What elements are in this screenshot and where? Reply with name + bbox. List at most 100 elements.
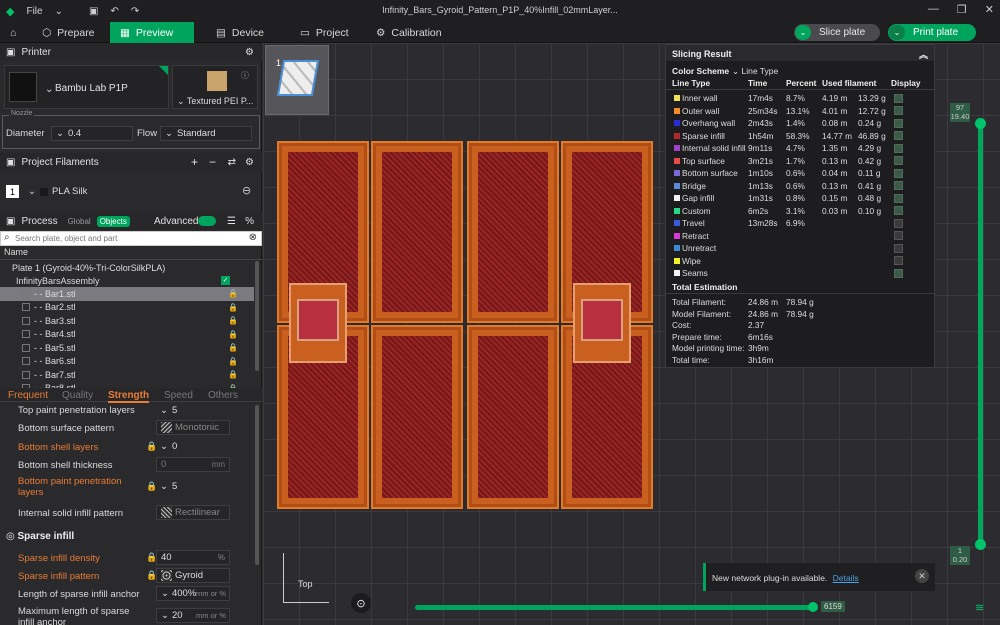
clear-search-icon[interactable]: ⊗ bbox=[249, 232, 257, 243]
notification-details-link[interactable]: Details bbox=[833, 573, 859, 583]
anchor-input[interactable]: ⌄ 400% mm or % bbox=[156, 586, 230, 601]
bottom-shell-layers-input[interactable]: ⌄ 0 bbox=[156, 439, 230, 454]
close-icon[interactable]: ✕ bbox=[985, 3, 994, 16]
part-tree-row[interactable]: - - Bar3.stl 🔒 bbox=[0, 314, 254, 328]
display-checkbox[interactable] bbox=[894, 168, 903, 178]
part-checkbox-icon[interactable] bbox=[22, 343, 30, 352]
view-axes-widget[interactable]: Top bbox=[283, 553, 329, 603]
redo-icon[interactable]: ↷ bbox=[125, 0, 145, 22]
remove-filament-icon[interactable]: − bbox=[209, 155, 216, 169]
part-lock-icon[interactable]: 🔒 bbox=[228, 330, 238, 339]
filament-sync-icon[interactable]: ⇄ bbox=[228, 157, 236, 168]
sparse-pattern-select[interactable]: Gyroid bbox=[156, 568, 230, 583]
display-checkbox[interactable] bbox=[894, 118, 903, 128]
settings-tab-strength[interactable]: Strength bbox=[108, 390, 150, 403]
part-lock-icon[interactable]: 🔒 bbox=[228, 343, 238, 352]
display-checkbox[interactable] bbox=[894, 181, 903, 191]
plate-thumbnail[interactable]: 1 bbox=[265, 45, 329, 115]
bar-model[interactable] bbox=[371, 141, 463, 323]
bar-model[interactable] bbox=[467, 141, 559, 323]
object-search-input[interactable] bbox=[15, 232, 243, 245]
max-anchor-input[interactable]: ⌄ 20 mm or % bbox=[156, 608, 230, 623]
bottom-pattern-select[interactable]: Monotonic bbox=[156, 420, 230, 435]
connector-block[interactable] bbox=[289, 283, 347, 363]
filament-select[interactable]: ⌄ PLA Silk bbox=[24, 184, 238, 199]
info-icon[interactable]: ⓘ bbox=[241, 70, 249, 81]
flow-select[interactable]: ⌄ Standard bbox=[160, 126, 252, 141]
minimize-icon[interactable]: — bbox=[928, 3, 939, 16]
layer-slider-track[interactable] bbox=[978, 123, 983, 543]
menu-chevron-icon[interactable]: ⌄ bbox=[49, 0, 69, 22]
bottom-shell-thickness-input[interactable]: 0 mm bbox=[156, 457, 230, 472]
display-checkbox[interactable] bbox=[894, 193, 903, 203]
sparse-density-input[interactable]: 40% bbox=[156, 550, 230, 565]
printer-selector[interactable]: ⌄ Bambu Lab P1P bbox=[4, 65, 169, 109]
connector-block[interactable] bbox=[573, 283, 631, 363]
slice-plate-button[interactable]: ⌄ Slice plate bbox=[794, 24, 880, 41]
part-lock-icon[interactable]: 🔒 bbox=[228, 316, 238, 325]
bar-model[interactable] bbox=[371, 325, 463, 509]
part-checkbox-icon[interactable] bbox=[22, 303, 30, 312]
tree-scrollbar[interactable] bbox=[255, 261, 259, 371]
slice-dropdown-icon[interactable]: ⌄ bbox=[795, 25, 811, 40]
display-checkbox[interactable] bbox=[894, 243, 903, 253]
plate-tree-row[interactable]: Plate 1 (Gyroid-40%-Tri-ColorSilkPLA) bbox=[0, 261, 254, 275]
display-checkbox[interactable] bbox=[894, 131, 903, 141]
color-scheme-select[interactable]: ⌄ Line Type bbox=[732, 66, 778, 77]
print-plate-button[interactable]: ⌄ Print plate bbox=[888, 24, 976, 41]
part-checkbox-icon[interactable] bbox=[22, 289, 30, 298]
display-checkbox[interactable] bbox=[894, 231, 903, 241]
undo-icon[interactable]: ↶ bbox=[104, 0, 124, 22]
tab-prepare[interactable]: ⬡ Prepare bbox=[32, 22, 105, 43]
plate-type-selector[interactable]: ⓘ ⌄ Textured PEI P... bbox=[172, 65, 258, 109]
advanced-switch[interactable] bbox=[198, 216, 216, 226]
display-checkbox[interactable] bbox=[894, 268, 903, 278]
tab-calibration[interactable]: ⚙ Calibration bbox=[366, 22, 452, 43]
filament-remove-circle-icon[interactable]: ⊖ bbox=[242, 184, 251, 197]
layers-icon[interactable]: ≋ bbox=[975, 601, 984, 614]
percent-icon[interactable]: % bbox=[245, 216, 254, 227]
global-toggle[interactable]: Global bbox=[68, 217, 91, 226]
part-lock-icon[interactable]: 🔒 bbox=[228, 303, 238, 312]
layer-bottom-handle[interactable] bbox=[975, 539, 986, 550]
settings-tab-quality[interactable]: Quality bbox=[62, 390, 93, 401]
restore-icon[interactable]: ❐ bbox=[957, 3, 967, 16]
save-icon[interactable]: ▣ bbox=[83, 0, 104, 22]
part-checkbox-icon[interactable] bbox=[22, 316, 30, 325]
settings-tab-speed[interactable]: Speed bbox=[164, 390, 193, 401]
bottom-paint-input[interactable]: ⌄ 5 bbox=[156, 479, 230, 494]
settings-tab-frequent[interactable]: Frequent bbox=[8, 390, 48, 401]
tab-project[interactable]: ▭ Project bbox=[290, 22, 359, 43]
part-tree-row[interactable]: - - Bar2.stl 🔒 bbox=[0, 301, 254, 315]
collapse-icon[interactable]: ︽ bbox=[919, 48, 928, 61]
part-lock-icon[interactable]: 🔒 bbox=[228, 357, 238, 366]
horizontal-move-slider[interactable] bbox=[415, 605, 813, 610]
file-menu[interactable]: File bbox=[20, 0, 48, 22]
display-checkbox[interactable] bbox=[894, 218, 903, 228]
display-checkbox[interactable] bbox=[894, 93, 903, 103]
add-filament-icon[interactable]: + bbox=[191, 155, 198, 169]
part-checkbox-icon[interactable] bbox=[22, 330, 30, 339]
display-checkbox[interactable] bbox=[894, 143, 903, 153]
display-checkbox[interactable] bbox=[894, 206, 903, 216]
part-checkbox-icon[interactable] bbox=[22, 370, 30, 379]
objects-toggle[interactable]: Objects bbox=[96, 215, 130, 227]
part-checkbox-icon[interactable] bbox=[22, 357, 30, 366]
printer-settings-icon[interactable]: ⚙ bbox=[245, 47, 254, 58]
display-checkbox[interactable] bbox=[894, 106, 903, 116]
assembly-tree-row[interactable]: InfinityBarsAssembly ✓ bbox=[0, 274, 254, 288]
home-icon[interactable]: ⌂ bbox=[0, 22, 26, 43]
part-tree-row[interactable]: - - Bar1.stl 🔒 bbox=[0, 287, 254, 301]
print-dropdown-icon[interactable]: ⌄ bbox=[889, 25, 905, 40]
notification-close-icon[interactable]: ✕ bbox=[915, 569, 929, 583]
camera-snapshot-icon[interactable]: ⊙ bbox=[351, 593, 371, 613]
part-lock-icon[interactable]: 🔒 bbox=[228, 370, 238, 379]
tab-device[interactable]: ▤ Device bbox=[206, 22, 274, 43]
display-checkbox[interactable] bbox=[894, 256, 903, 266]
list-icon[interactable]: ☰ bbox=[227, 216, 236, 227]
bar-model[interactable] bbox=[467, 325, 559, 509]
settings-scrollbar[interactable] bbox=[255, 405, 259, 565]
tab-preview[interactable]: ▦ Preview bbox=[110, 22, 194, 43]
filament-settings-icon[interactable]: ⚙ bbox=[245, 157, 254, 168]
layer-top-handle[interactable] bbox=[975, 118, 986, 129]
